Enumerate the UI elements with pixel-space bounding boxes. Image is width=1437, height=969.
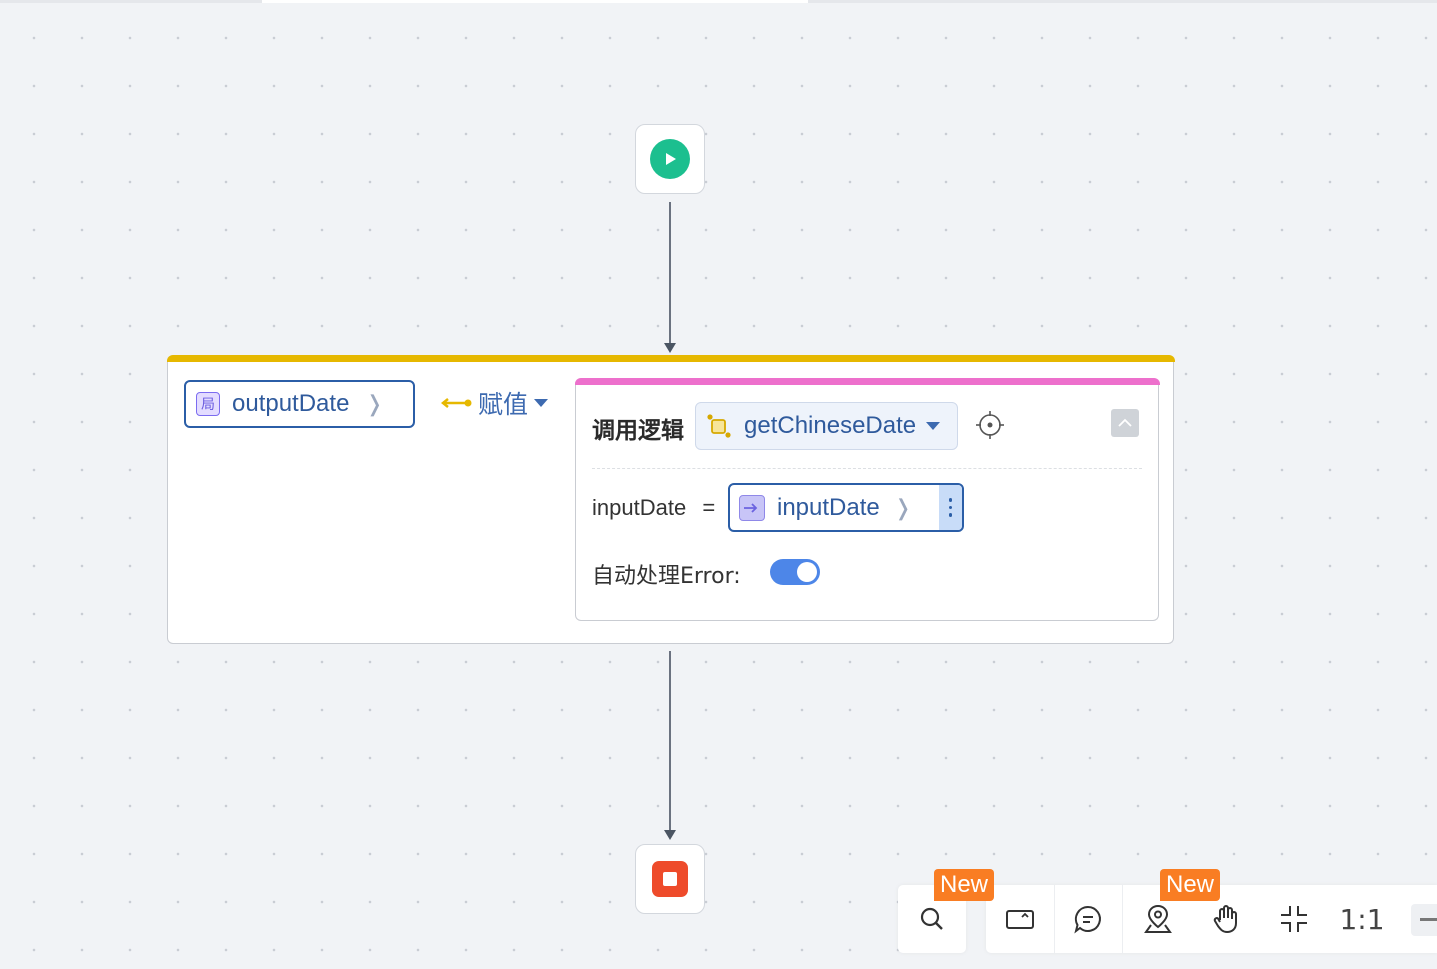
end-node[interactable]	[635, 844, 705, 914]
zoom-ratio-label: 1:1	[1339, 902, 1385, 936]
param-label: inputDate =	[592, 495, 715, 521]
toggle-knob	[797, 562, 817, 582]
minimap-icon	[1006, 910, 1034, 929]
comment-button[interactable]	[1054, 885, 1122, 953]
caret-down-icon	[926, 422, 941, 430]
call-logic-card[interactable]: 调用逻辑 getChineseDate inputDate = inputDat…	[574, 378, 1160, 621]
toolbar-divider	[1122, 885, 1123, 953]
more-options-icon[interactable]	[939, 485, 962, 530]
assign-block[interactable]: 局 outputDate ❭ 赋值 调用逻辑 getChineseDate in…	[166, 355, 1175, 644]
assign-operator-dropdown[interactable]: 赋值	[440, 385, 549, 421]
target-variable-chip[interactable]: 局 outputDate ❭	[184, 380, 415, 428]
stop-icon	[652, 861, 688, 897]
minimap-button[interactable]	[986, 885, 1054, 953]
assign-block-accent	[166, 355, 1175, 362]
auto-error-label: 自动处理Error:	[592, 564, 741, 589]
active-tab-indicator	[262, 0, 808, 3]
fit-view-icon	[1281, 906, 1307, 932]
flow-connector-bottom	[669, 651, 671, 831]
search-icon	[920, 907, 943, 930]
assign-arrow-icon	[440, 398, 472, 408]
fit-view-button[interactable]	[1260, 885, 1328, 953]
flow-arrow-top	[664, 343, 676, 353]
chevron-up-icon	[1118, 418, 1132, 427]
chevron-right-icon: ❭	[893, 494, 913, 520]
locate-target-icon[interactable]	[975, 410, 1005, 440]
locate-pin-icon	[1144, 904, 1172, 933]
param-value-name: inputDate	[777, 493, 880, 521]
comment-icon	[1074, 905, 1101, 934]
zoom-out-button[interactable]	[1411, 904, 1437, 936]
target-variable-name: outputDate	[232, 390, 350, 417]
collapse-button[interactable]	[1111, 409, 1139, 437]
flow-arrow-bottom	[664, 830, 676, 840]
hand-tool-button[interactable]	[1192, 885, 1260, 953]
divider	[592, 468, 1142, 469]
auto-error-toggle[interactable]	[770, 559, 820, 585]
param-value-chip[interactable]: inputDate ❭	[728, 483, 964, 532]
top-tab-strip	[0, 0, 1437, 3]
minus-icon	[1420, 918, 1437, 921]
play-icon	[650, 139, 690, 179]
hand-icon	[1213, 905, 1237, 933]
call-logic-accent	[574, 378, 1160, 385]
chevron-right-icon: ❭	[365, 391, 384, 416]
call-logic-title: 调用逻辑	[592, 418, 684, 444]
logic-function-icon	[707, 414, 731, 438]
caret-down-icon	[534, 399, 549, 407]
local-variable-icon: 局	[196, 392, 220, 416]
new-badge: New	[934, 869, 995, 901]
param-name: inputDate	[592, 495, 687, 520]
flow-connector-top	[669, 202, 671, 344]
param-equals: =	[702, 495, 716, 520]
assign-operator-label: 赋值	[478, 390, 529, 419]
input-param-icon	[739, 494, 765, 521]
logic-name: getChineseDate	[744, 412, 917, 439]
logic-select[interactable]: getChineseDate	[695, 402, 958, 450]
start-node[interactable]	[635, 124, 705, 194]
zoom-reset-button[interactable]: 1:1	[1328, 885, 1396, 953]
